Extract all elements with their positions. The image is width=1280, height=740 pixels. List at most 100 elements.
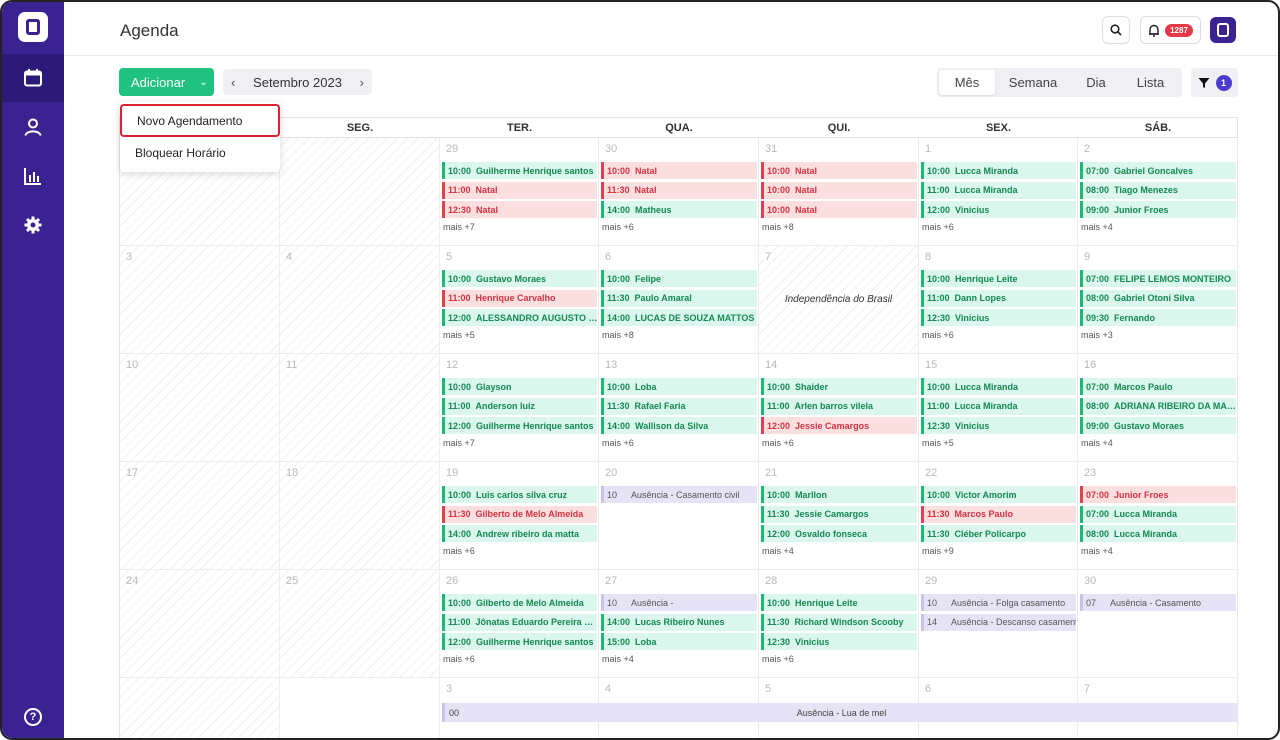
more-events-link[interactable]: mais +4 (1081, 222, 1113, 232)
day-cell[interactable]: 20 10 Ausência - Casamento civil (599, 462, 759, 570)
appointment-event[interactable]: 12:00 Guilherme Henrique santos (442, 417, 597, 434)
appointment-event[interactable]: 10:00 Loba (601, 378, 757, 395)
appointment-event[interactable]: 07:00 Junior Froes (1080, 486, 1236, 503)
day-cell[interactable]: 30 07 Ausência - Casamento (1078, 570, 1238, 678)
day-cell[interactable]: 19 10:00 Luis carlos silva cruz 11:30 Gilber… (440, 462, 599, 570)
appointment-event[interactable]: 11:00 Anderson luiz (442, 397, 597, 415)
appointment-event[interactable]: 10:00 Shaider (761, 378, 917, 395)
appointment-event[interactable]: 10:00 Luis carlos silva cruz (442, 486, 597, 503)
appointment-event[interactable]: 11:30 Cléber Policarpo (921, 525, 1076, 542)
more-events-link[interactable]: mais +6 (602, 222, 634, 232)
appointment-event[interactable]: 12:30 Vinicius (761, 633, 917, 650)
filter-button[interactable]: 1 (1191, 68, 1238, 97)
appointment-event[interactable]: 11:30 Marcos Paulo (921, 505, 1076, 523)
more-events-link[interactable]: mais +9 (922, 546, 954, 556)
more-events-link[interactable]: mais +4 (1081, 438, 1113, 448)
day-cell[interactable]: 22 10:00 Victor Amorim 11:30 Marcos Paulo 11:… (919, 462, 1078, 570)
appointment-event[interactable]: 10:00 Lucca Miranda (921, 378, 1076, 395)
appointment-event[interactable]: 07:00 Marcos Paulo (1080, 378, 1236, 395)
day-cell[interactable]: 13 10:00 Loba 11:30 Rafael Faria 14:00 Walliso… (599, 354, 759, 462)
day-cell[interactable]: 2 07:00 Gabriel Goncalves 08:00 Tiago Meneze… (1078, 138, 1238, 246)
day-cell[interactable]: 6 10:00 Felipe 11:30 Paulo Amaral 14:00 LUCAS … (599, 246, 759, 354)
day-cell[interactable]: 30 10:00 Natal 11:30 Natal 14:00 Matheus mais +… (599, 138, 759, 246)
more-events-link[interactable]: mais +7 (443, 222, 475, 232)
appointment-event[interactable]: 11:00 Lucca Miranda (921, 397, 1076, 415)
day-cell[interactable]: 21 10:00 Marllon 11:30 Jessie Camargos 12:00 O… (759, 462, 919, 570)
day-cell[interactable] (120, 678, 280, 738)
appointment-event[interactable]: 12:00 Vinicius (921, 201, 1076, 218)
day-cell[interactable]: 17 (120, 462, 280, 570)
absence-event[interactable]: 07 Ausência - Casamento (1080, 594, 1236, 611)
day-cell[interactable]: 29 10 Ausência - Folga casamento 14 Ausência… (919, 570, 1078, 678)
appointment-event[interactable]: 07:00 Gabriel Goncalves (1080, 162, 1236, 179)
day-cell[interactable]: 24 (120, 570, 280, 678)
appointment-event[interactable]: 10:00 Gilberto de Melo Almeida (442, 594, 597, 611)
day-cell[interactable] (280, 678, 440, 738)
user-avatar[interactable] (1210, 17, 1236, 43)
day-cell[interactable]: 16 07:00 Marcos Paulo 08:00 ADRIANA RIBEIRO … (1078, 354, 1238, 462)
appointment-event[interactable]: 10:00 Marllon (761, 486, 917, 503)
appointment-event[interactable]: 08:00 Lucca Miranda (1080, 525, 1236, 542)
day-cell[interactable]: 26 10:00 Gilberto de Melo Almeida 11:00 Jôna… (440, 570, 599, 678)
more-events-link[interactable]: mais +5 (443, 330, 475, 340)
appointment-event[interactable]: 11:30 Natal (601, 181, 757, 199)
tab-month[interactable]: Mês (939, 70, 995, 95)
notifications-button[interactable]: 1287 (1140, 16, 1201, 44)
appointment-event[interactable]: 11:00 Natal (442, 181, 597, 199)
appointment-event[interactable]: 12:30 Natal (442, 201, 597, 218)
appointment-event[interactable]: 12:00 ALESSANDRO AUGUSTO … (442, 309, 597, 326)
appointment-event[interactable]: 11:00 Henrique Carvalho (442, 289, 597, 307)
appointment-event[interactable]: 14:00 LUCAS DE SOUZA MATTOS (601, 309, 757, 326)
day-cell[interactable]: 12 10:00 Glayson 11:00 Anderson luiz 12:00 Gui… (440, 354, 599, 462)
absence-event[interactable]: 14 Ausência - Descanso casamento (921, 613, 1076, 631)
appointment-event[interactable]: 11:30 Paulo Amaral (601, 289, 757, 307)
appointment-event[interactable]: 09:30 Fernando (1080, 309, 1236, 326)
day-cell[interactable]: 15 10:00 Lucca Miranda 11:00 Lucca Miranda 12… (919, 354, 1078, 462)
more-events-link[interactable]: mais +6 (922, 330, 954, 340)
appointment-event[interactable]: 08:00 ADRIANA RIBEIRO DA MA… (1080, 397, 1236, 415)
appointment-event[interactable]: 12:30 Vinicius (921, 417, 1076, 434)
appointment-event[interactable]: 09:00 Gustavo Moraes (1080, 417, 1236, 434)
more-events-link[interactable]: mais +3 (1081, 330, 1113, 340)
appointment-event[interactable]: 07:00 Lucca Miranda (1080, 505, 1236, 523)
day-cell[interactable]: 3 (120, 246, 280, 354)
more-events-link[interactable]: mais +6 (602, 438, 634, 448)
next-month-button[interactable]: › (360, 75, 364, 90)
appointment-event[interactable]: 14:00 Andrew ribeiro da matta (442, 525, 597, 542)
day-cell[interactable]: 7 Independência do Brasil (759, 246, 919, 354)
appointment-event[interactable]: 10:00 Henrique Leite (761, 594, 917, 611)
appointment-event[interactable]: 09:00 Junior Froes (1080, 201, 1236, 218)
appointment-event[interactable]: 11:00 Lucca Miranda (921, 181, 1076, 199)
day-cell[interactable]: 25 (280, 570, 440, 678)
appointment-event[interactable]: 08:00 Tiago Menezes (1080, 181, 1236, 199)
more-events-link[interactable]: mais +4 (1081, 546, 1113, 556)
appointment-event[interactable]: 10:00 Glayson (442, 378, 597, 395)
help-icon[interactable]: ? (24, 708, 42, 726)
day-cell[interactable]: 14 10:00 Shaider 11:00 Arlen barros vilela 12… (759, 354, 919, 462)
more-events-link[interactable]: mais +6 (922, 222, 954, 232)
appointment-event[interactable]: 10:00 Natal (761, 201, 917, 218)
appointment-event[interactable]: 12:00 Guilherme Henrique santos (442, 633, 597, 650)
day-cell[interactable]: 29 10:00 Guilherme Henrique santos 11:00 Nat… (440, 138, 599, 246)
absence-event[interactable]: 10 Ausência - Casamento civil (601, 486, 757, 503)
appointment-event[interactable]: 14:00 Matheus (601, 201, 757, 218)
appointment-event[interactable]: 10:00 Guilherme Henrique santos (442, 162, 597, 179)
more-events-link[interactable]: mais +5 (922, 438, 954, 448)
app-logo[interactable] (18, 12, 48, 42)
menu-item-new-appointment[interactable]: Novo Agendamento (120, 104, 280, 137)
appointment-event[interactable]: 12:00 Jessie Camargos (761, 417, 917, 434)
more-events-link[interactable]: mais +4 (762, 546, 794, 556)
appointment-event[interactable]: 11:30 Richard Windson Scooby (761, 613, 917, 631)
prev-month-button[interactable]: ‹ (231, 75, 235, 90)
absence-event[interactable]: 10 Ausência - (601, 594, 757, 611)
more-events-link[interactable]: mais +6 (762, 438, 794, 448)
day-cell[interactable]: 10 (120, 354, 280, 462)
day-cell[interactable]: 1 10:00 Lucca Miranda 11:00 Lucca Miranda 12:… (919, 138, 1078, 246)
day-cell[interactable]: 18 (280, 462, 440, 570)
appointment-event[interactable]: 10:00 Victor Amorim (921, 486, 1076, 503)
appointment-event[interactable]: 11:30 Rafael Faria (601, 397, 757, 415)
day-cell[interactable]: 11 (280, 354, 440, 462)
appointment-event[interactable]: 10:00 Felipe (601, 270, 757, 287)
more-events-link[interactable]: mais +6 (762, 654, 794, 664)
day-cell[interactable] (280, 138, 440, 246)
